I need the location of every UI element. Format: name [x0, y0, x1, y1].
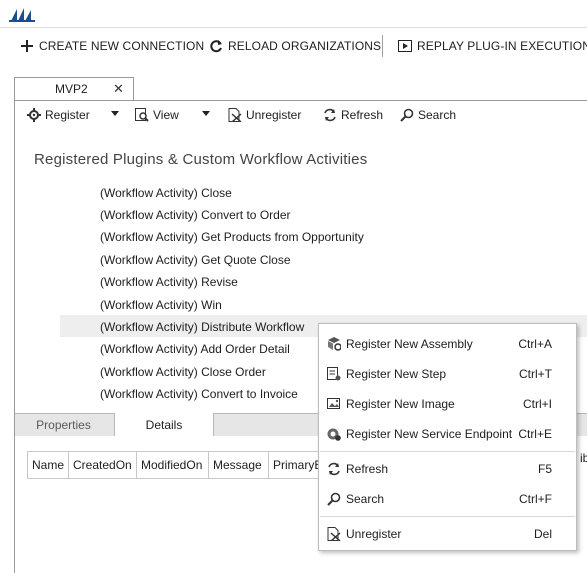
create-connection-label: CREATE NEW CONNECTION [39, 39, 205, 53]
menu-item-register-step[interactable]: Register New Step Ctrl+T [319, 361, 576, 387]
menu-item-label: Register New Image [346, 397, 455, 411]
menu-item-label: Register New Step [346, 367, 447, 381]
menu-item-shortcut: Ctrl+A [518, 337, 552, 351]
toolbar-divider [382, 35, 383, 57]
menu-separator [320, 451, 575, 452]
plugin-item-label: (Workflow Activity) Distribute Workflow [100, 320, 305, 334]
refresh-icon [323, 108, 337, 122]
unregister-icon [327, 527, 341, 542]
menu-item-unregister[interactable]: Unregister Del [319, 521, 576, 547]
view-dropdown-caret[interactable] [202, 111, 210, 116]
menu-item-shortcut: Ctrl+I [522, 397, 552, 411]
menu-item-shortcut: Ctrl+E [518, 427, 552, 441]
image-icon [327, 397, 341, 411]
plugin-item[interactable]: (Workflow Activity) Convert to Order [60, 203, 587, 225]
menu-item-shortcut: F5 [537, 462, 552, 476]
plugin-item-label: (Workflow Activity) Close [100, 186, 232, 200]
menu-item-label: Register New Assembly [346, 337, 473, 351]
context-menu: Register New Assembly Ctrl+A Register Ne… [318, 323, 577, 551]
menu-item-shortcut: Del [533, 527, 552, 541]
search-icon [400, 108, 414, 122]
column-header-clipped: ibu [580, 451, 587, 465]
tab-properties[interactable]: Properties [15, 414, 112, 436]
view-icon [135, 108, 149, 122]
menu-item-label: Unregister [346, 527, 402, 541]
unregister-icon [228, 108, 242, 122]
menu-item-shortcut: Ctrl+F [519, 492, 552, 506]
top-command-bar: CREATE NEW CONNECTION RELOAD ORGANIZATIO… [0, 28, 587, 64]
menu-item-label: Refresh [346, 462, 389, 476]
panel-border [14, 100, 15, 573]
replay-plugin-button[interactable]: REPLAY PLUG-IN EXECUTION [398, 37, 587, 55]
register-button[interactable]: Register [27, 107, 90, 123]
plugin-item-label: (Workflow Activity) Revise [100, 275, 238, 289]
column-header[interactable]: CreatedOn [69, 452, 137, 478]
plugin-item-label: (Workflow Activity) Close Order [100, 365, 266, 379]
column-header[interactable]: Message [209, 452, 269, 478]
tab-connection-label: MVP2 [55, 82, 88, 96]
plugin-toolbar: Register View Unregister Refresh Search [15, 101, 587, 129]
view-label: View [153, 108, 179, 122]
register-dropdown-caret[interactable] [111, 111, 119, 116]
plugin-item-label: (Workflow Activity) Convert to Invoice [100, 387, 298, 401]
search-button[interactable]: Search [400, 107, 456, 123]
plugin-item[interactable]: (Workflow Activity) Win [60, 293, 587, 315]
tab-connection[interactable]: MVP2 ✕ [14, 77, 134, 101]
refresh-button[interactable]: Refresh [323, 107, 383, 123]
title-bar [0, 0, 587, 28]
plugin-item[interactable]: (Workflow Activity) Close [60, 181, 587, 203]
dynamics-logo-icon [9, 8, 35, 22]
plugin-item[interactable]: (Workflow Activity) Get Products from Op… [60, 225, 587, 247]
plugin-item-label: (Workflow Activity) Add Order Detail [100, 342, 290, 356]
reload-organizations-button[interactable]: RELOAD ORGANIZATIONS [209, 37, 381, 55]
page-title: Registered Plugins & Custom Workflow Act… [34, 151, 368, 168]
details-grid-header: Name CreatedOn ModifiedOn Message Primar… [27, 451, 322, 479]
step-icon [327, 367, 341, 381]
plugin-item[interactable]: (Workflow Activity) Get Quote Close [60, 248, 587, 270]
menu-item-shortcut: Ctrl+T [519, 367, 552, 381]
column-header[interactable]: PrimaryEntity [269, 452, 321, 478]
plugin-item-label: (Workflow Activity) Convert to Order [100, 208, 291, 222]
menu-item-register-assembly[interactable]: Register New Assembly Ctrl+A [319, 331, 576, 357]
plugin-item[interactable]: (Workflow Activity) Revise [60, 270, 587, 292]
view-button[interactable]: View [135, 107, 179, 123]
close-icon[interactable]: ✕ [113, 81, 124, 97]
menu-separator [320, 516, 575, 517]
menu-item-refresh[interactable]: Refresh F5 [319, 456, 576, 482]
search-icon [327, 492, 341, 506]
replay-plugin-label: REPLAY PLUG-IN EXECUTION [417, 39, 587, 53]
menu-item-register-service-endpoint[interactable]: Register New Service Endpoint Ctrl+E [319, 421, 576, 447]
play-icon [398, 39, 412, 53]
plugin-item-label: (Workflow Activity) Get Quote Close [100, 253, 291, 267]
menu-item-register-image[interactable]: Register New Image Ctrl+I [319, 391, 576, 417]
reload-organizations-label: RELOAD ORGANIZATIONS [228, 39, 382, 53]
unregister-label: Unregister [246, 108, 302, 122]
plus-icon [20, 39, 34, 53]
assembly-icon [327, 337, 342, 351]
create-connection-button[interactable]: CREATE NEW CONNECTION [20, 37, 204, 55]
reload-icon [209, 39, 223, 53]
menu-item-label: Register New Service Endpoint [346, 427, 513, 441]
unregister-button[interactable]: Unregister [228, 107, 301, 123]
plugin-item-label: (Workflow Activity) Win [100, 298, 222, 312]
endpoint-icon [327, 427, 341, 441]
register-label: Register [45, 108, 90, 122]
column-header[interactable]: Name [28, 452, 69, 478]
search-label: Search [418, 108, 457, 122]
tab-details[interactable]: Details [114, 413, 214, 436]
gear-icon [27, 108, 41, 122]
plugin-item-label: (Workflow Activity) Get Products from Op… [100, 230, 364, 244]
menu-item-search[interactable]: Search Ctrl+F [319, 486, 576, 512]
menu-item-label: Search [346, 492, 385, 506]
refresh-icon [327, 462, 341, 476]
column-header[interactable]: ModifiedOn [137, 452, 209, 478]
refresh-label: Refresh [341, 108, 384, 122]
